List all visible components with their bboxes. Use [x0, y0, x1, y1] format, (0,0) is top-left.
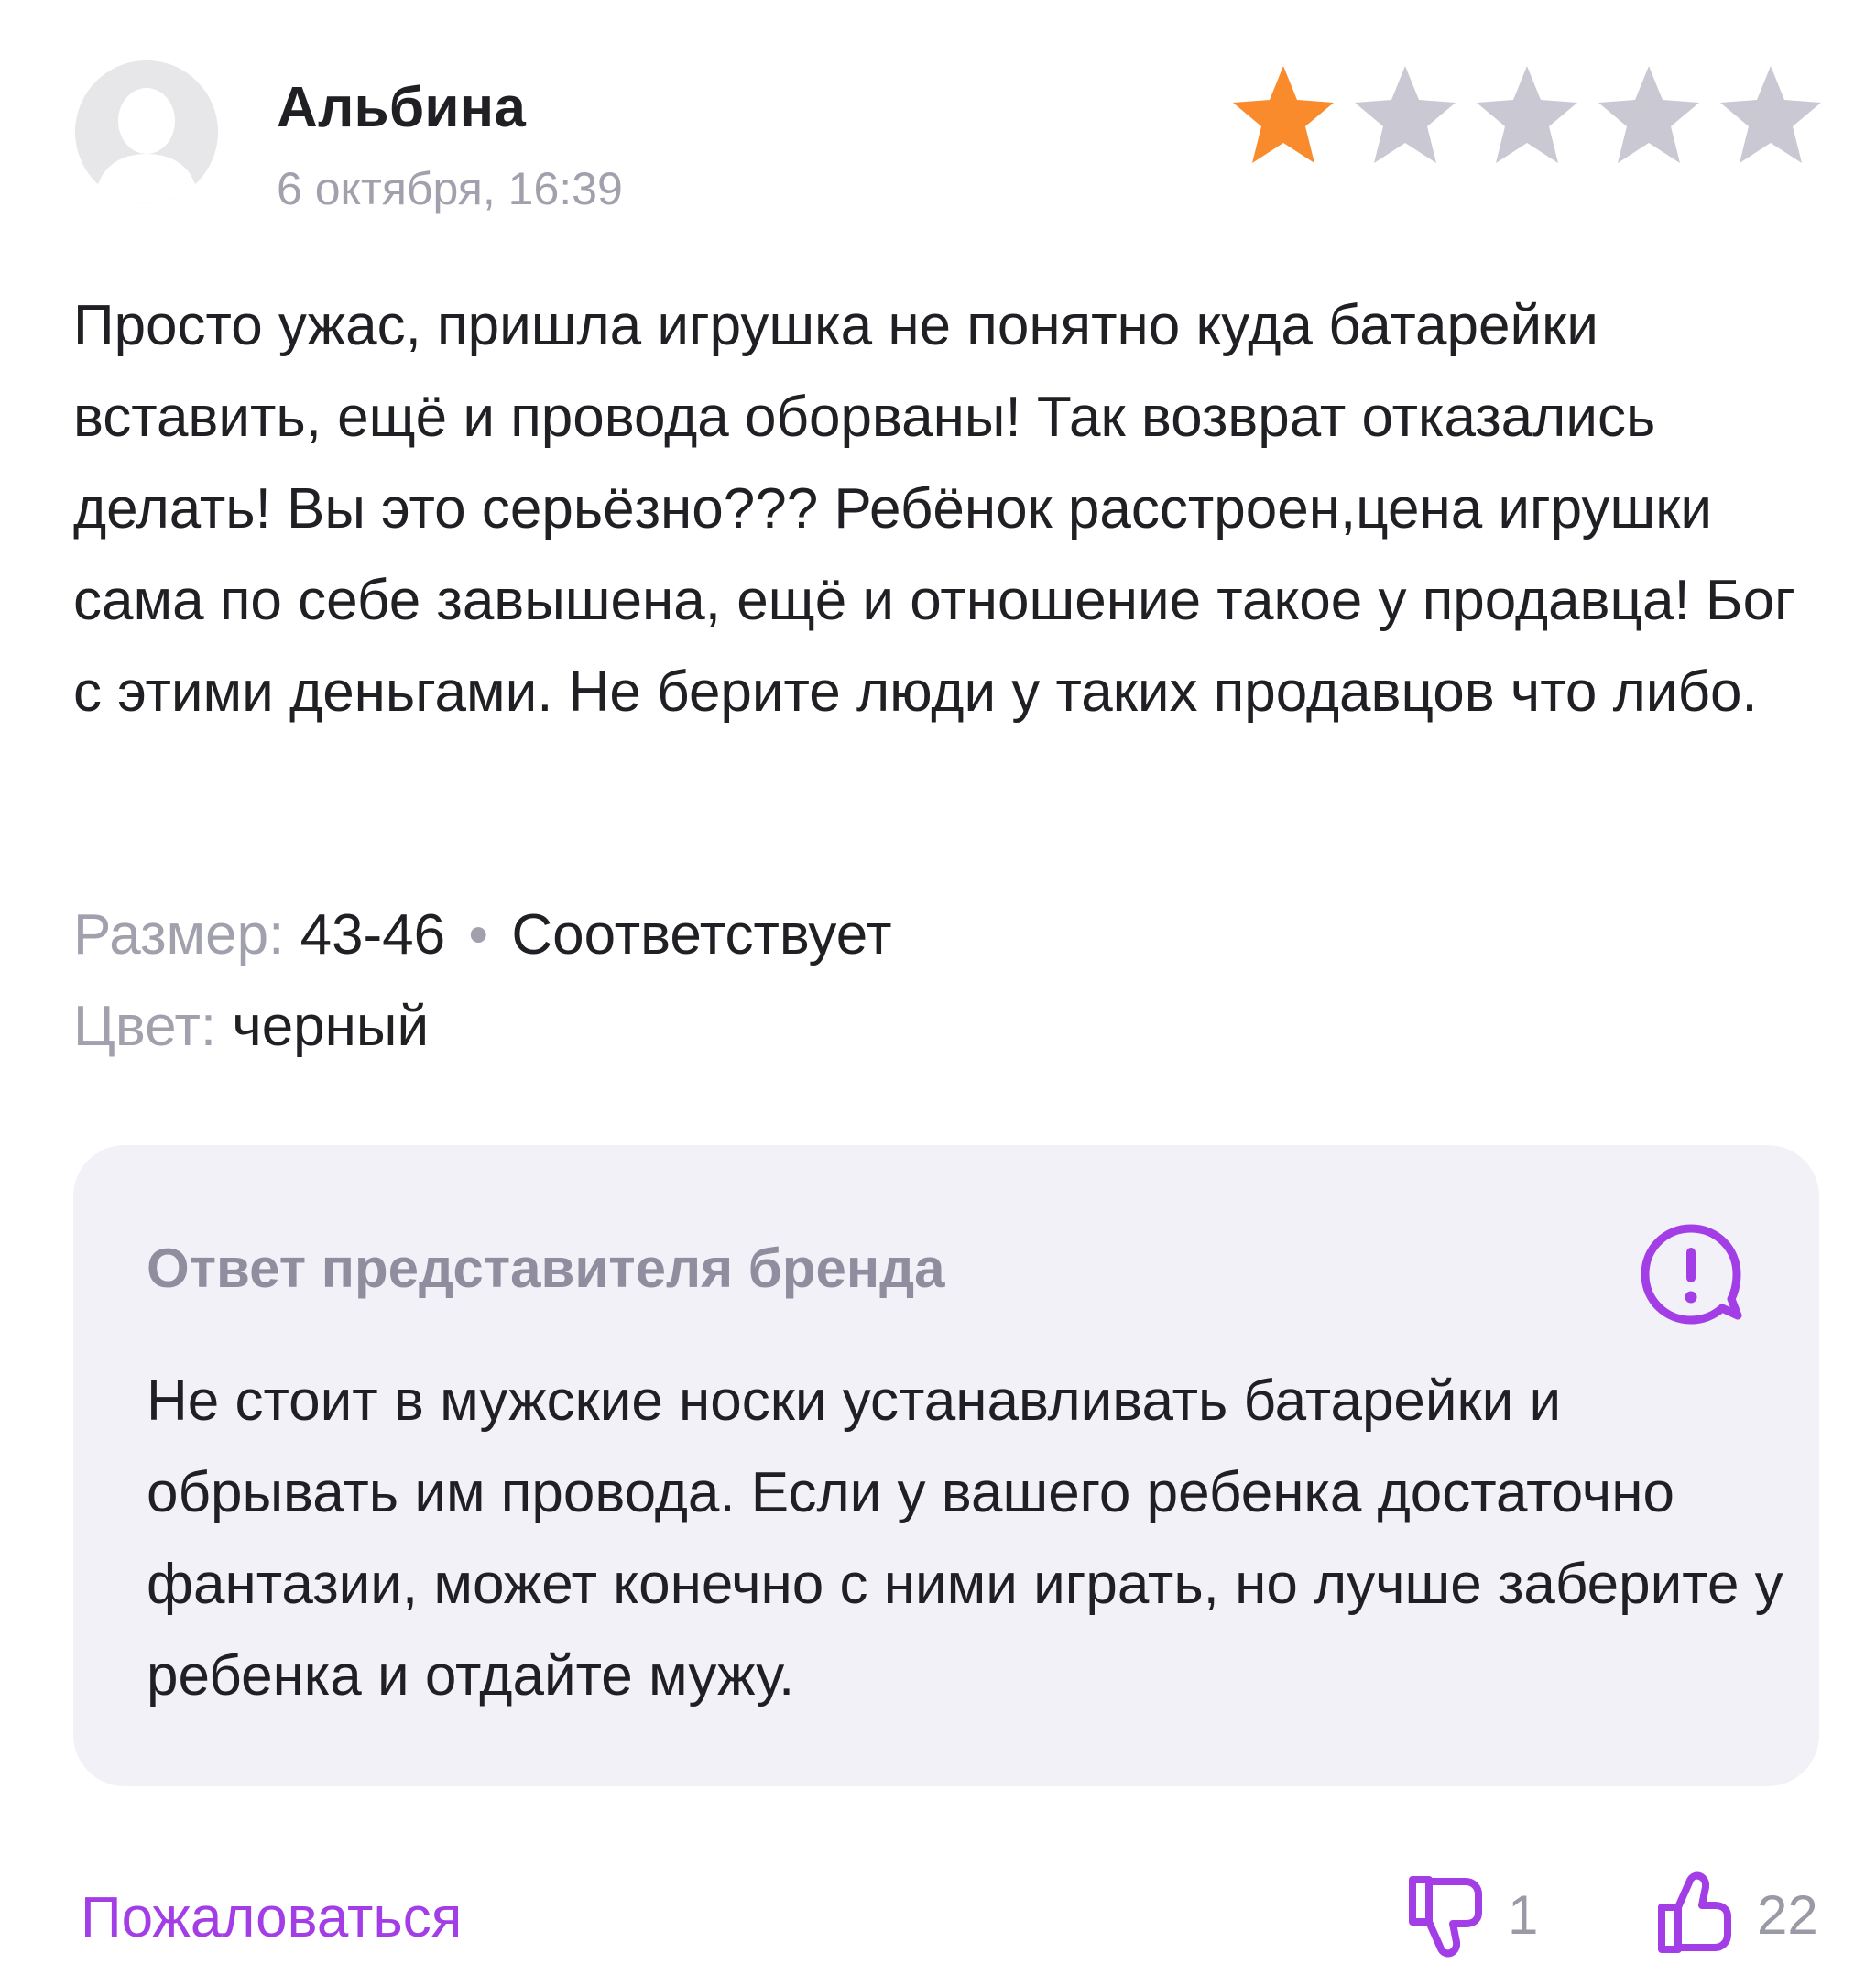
size-fit: Соответствует — [511, 903, 892, 966]
color-attribute: Цвет: черный — [73, 994, 429, 1059]
size-label: Размер: — [73, 903, 285, 966]
separator-dot: • — [468, 903, 489, 966]
like-button[interactable]: 22 — [1649, 1869, 1818, 1960]
star-icon-empty — [1717, 62, 1825, 169]
like-count: 22 — [1757, 1883, 1818, 1946]
brand-reply-text: Не стоит в мужские носки устанавливать б… — [147, 1369, 1783, 1708]
user-silhouette-icon — [75, 60, 218, 203]
star-icon-empty — [1473, 62, 1581, 169]
thumbs-up-icon — [1649, 1869, 1740, 1960]
dislike-button[interactable]: 1 — [1400, 1869, 1538, 1960]
brand-reply-card: Ответ представителя бренда Не стоит в му… — [73, 1145, 1819, 1786]
thumbs-down-icon — [1400, 1869, 1491, 1960]
rating-stars — [1229, 62, 1825, 169]
dislike-count: 1 — [1508, 1883, 1539, 1946]
brand-reply-title: Ответ представителя бренда — [147, 1238, 945, 1299]
complain-button[interactable]: Пожаловаться — [81, 1885, 462, 1950]
author-name: Альбина — [277, 76, 527, 139]
review-text: Просто ужас, пришла игрушка не понятно к… — [73, 294, 1795, 724]
avatar — [75, 60, 218, 203]
review-date: 6 октября, 16:39 — [277, 163, 623, 214]
star-icon-empty — [1595, 62, 1703, 169]
size-attribute: Размер: 43-46 • Соответствует — [73, 902, 892, 967]
color-value: черный — [232, 995, 430, 1058]
size-value: 43-46 — [300, 903, 446, 966]
star-icon-empty — [1351, 62, 1459, 169]
color-label: Цвет: — [73, 995, 217, 1058]
star-icon-filled — [1229, 62, 1337, 169]
exclamation-chat-icon — [1637, 1220, 1745, 1328]
